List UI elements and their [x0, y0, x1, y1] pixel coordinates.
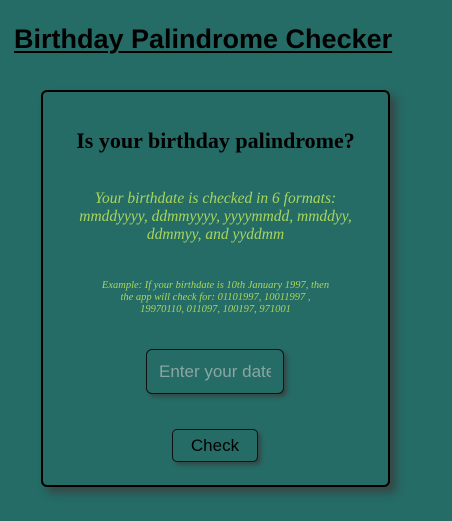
page: Birthday Palindrome Checker Is your birt… [0, 0, 452, 521]
birthdate-input[interactable] [146, 349, 284, 394]
card-heading: Is your birthday palindrome? [76, 128, 355, 153]
page-title: Birthday Palindrome Checker [14, 24, 393, 54]
formats-description: Your birthdate is checked in 6 formats: … [79, 190, 352, 243]
checker-card: Is your birthday palindrome? Your birthd… [41, 90, 390, 487]
check-button[interactable]: Check [172, 429, 258, 462]
example-description: Example: If your birthdate is 10th Janua… [101, 280, 330, 315]
